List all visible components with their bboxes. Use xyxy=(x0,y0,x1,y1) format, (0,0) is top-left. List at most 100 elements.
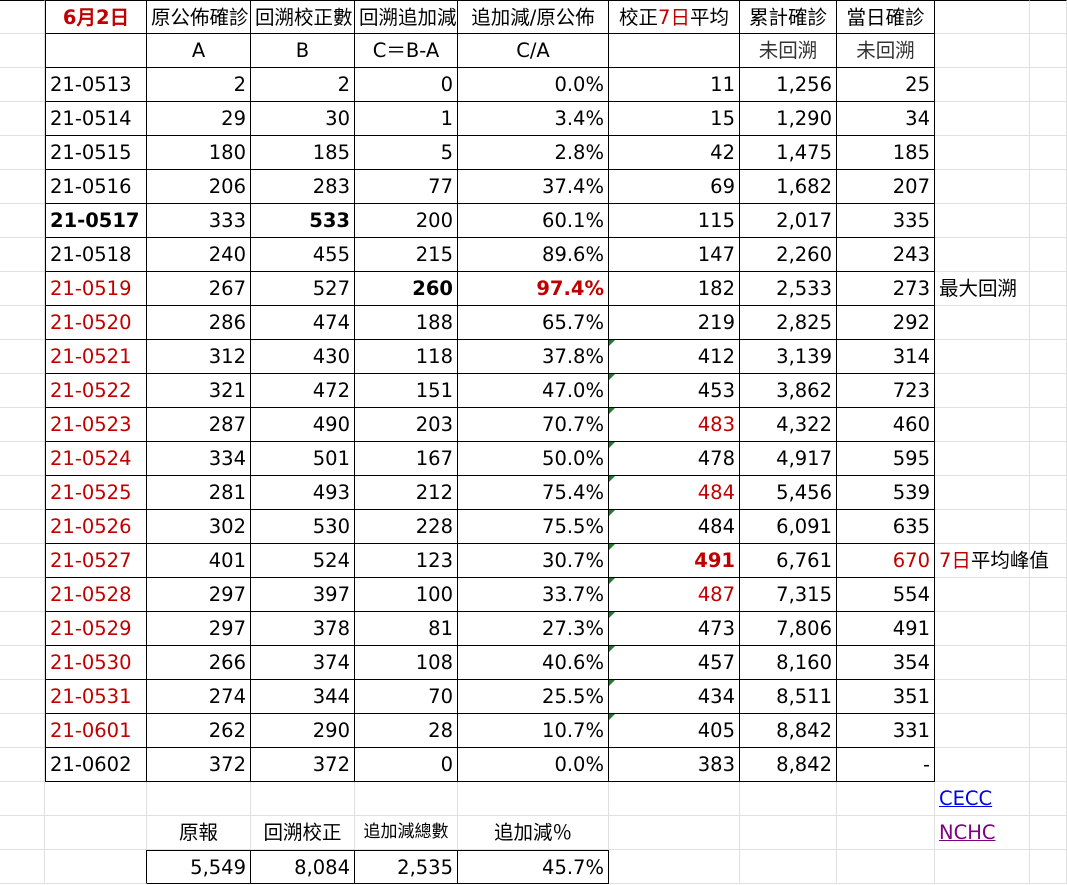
cumulative-cell[interactable]: 2,260 xyxy=(740,238,837,272)
adjustment-cell[interactable]: 200 xyxy=(355,204,458,238)
corrected-cell[interactable]: 530 xyxy=(251,510,355,544)
daily-cell[interactable]: 723 xyxy=(837,374,935,408)
date-cell[interactable]: 21-0513 xyxy=(45,68,147,102)
corrected-cell[interactable]: 397 xyxy=(251,578,355,612)
cell-blank[interactable] xyxy=(0,816,45,850)
header-corrected[interactable]: 回溯校正數 xyxy=(251,0,355,34)
original-cell[interactable]: 302 xyxy=(147,510,251,544)
daily-cell[interactable]: 554 xyxy=(837,578,935,612)
cell-blank[interactable] xyxy=(0,374,45,408)
average-cell[interactable]: 478 xyxy=(609,442,740,476)
average-cell[interactable]: 15 xyxy=(609,102,740,136)
adjustment-cell[interactable]: 0 xyxy=(355,748,458,782)
original-cell[interactable]: 372 xyxy=(147,748,251,782)
note-cell[interactable] xyxy=(935,476,1030,510)
ratio-cell[interactable]: 70.7% xyxy=(458,408,609,442)
note-cell[interactable] xyxy=(935,612,1030,646)
ratio-cell[interactable]: 75.5% xyxy=(458,510,609,544)
adjustment-cell[interactable]: 188 xyxy=(355,306,458,340)
date-cell[interactable]: 21-0601 xyxy=(45,714,147,748)
adjustment-cell[interactable]: 100 xyxy=(355,578,458,612)
cumulative-cell[interactable]: 2,825 xyxy=(740,306,837,340)
note-cell[interactable] xyxy=(935,68,1030,102)
cell-blank[interactable] xyxy=(1030,782,1067,816)
cell-blank[interactable] xyxy=(45,816,147,850)
summary-corrected[interactable]: 8,084 xyxy=(251,850,355,884)
ratio-cell[interactable]: 37.4% xyxy=(458,170,609,204)
note-cell[interactable] xyxy=(935,578,1030,612)
cell-blank[interactable] xyxy=(935,0,1030,34)
cell-blank[interactable] xyxy=(1030,102,1067,136)
date-cell[interactable]: 21-0521 xyxy=(45,340,147,374)
cell-blank[interactable] xyxy=(609,816,740,850)
date-cell[interactable]: 21-0517 xyxy=(45,204,147,238)
corrected-cell[interactable]: 30 xyxy=(251,102,355,136)
cumulative-cell[interactable]: 7,806 xyxy=(740,612,837,646)
date-cell[interactable]: 21-0525 xyxy=(45,476,147,510)
note-cell[interactable] xyxy=(935,408,1030,442)
adjustment-cell[interactable]: 70 xyxy=(355,680,458,714)
header-cumulative[interactable]: 累計確診 xyxy=(740,0,837,34)
note-cell[interactable]: 7日平均峰值 xyxy=(935,544,1049,578)
daily-cell[interactable]: 34 xyxy=(837,102,935,136)
note-cell[interactable] xyxy=(935,102,1030,136)
daily-cell[interactable]: 273 xyxy=(837,272,935,306)
summary-label-corrected[interactable]: 回溯校正 xyxy=(251,816,355,850)
original-cell[interactable]: 2 xyxy=(147,68,251,102)
average-cell[interactable]: 11 xyxy=(609,68,740,102)
cell-blank[interactable] xyxy=(935,850,1030,884)
cell-blank[interactable] xyxy=(0,340,45,374)
ratio-cell[interactable]: 89.6% xyxy=(458,238,609,272)
date-cell[interactable]: 21-0519 xyxy=(45,272,147,306)
original-cell[interactable]: 266 xyxy=(147,646,251,680)
cell-blank[interactable] xyxy=(609,850,740,884)
daily-cell[interactable]: 539 xyxy=(837,476,935,510)
cell-blank[interactable] xyxy=(0,442,45,476)
cell-blank[interactable] xyxy=(837,782,935,816)
ratio-cell[interactable]: 33.7% xyxy=(458,578,609,612)
average-cell[interactable]: 42 xyxy=(609,136,740,170)
cumulative-cell[interactable]: 8,511 xyxy=(740,680,837,714)
adjustment-cell[interactable]: 203 xyxy=(355,408,458,442)
header-original[interactable]: 原公佈確診 xyxy=(147,0,251,34)
daily-cell[interactable]: 25 xyxy=(837,68,935,102)
cell-blank[interactable] xyxy=(0,34,45,68)
ratio-cell[interactable]: 47.0% xyxy=(458,374,609,408)
cell-blank[interactable] xyxy=(609,782,740,816)
header-7day-average[interactable]: 校正7日平均 xyxy=(609,0,740,34)
corrected-cell[interactable]: 533 xyxy=(251,204,355,238)
cell-blank[interactable] xyxy=(1030,0,1067,34)
original-cell[interactable]: 401 xyxy=(147,544,251,578)
date-cell[interactable]: 21-0522 xyxy=(45,374,147,408)
original-cell[interactable]: 334 xyxy=(147,442,251,476)
cell-blank[interactable] xyxy=(609,34,740,68)
date-cell[interactable]: 21-0602 xyxy=(45,748,147,782)
summary-original[interactable]: 5,549 xyxy=(147,850,251,884)
cell-blank[interactable] xyxy=(147,782,251,816)
ratio-cell[interactable]: 37.8% xyxy=(458,340,609,374)
note-cell[interactable]: 最大回溯 xyxy=(935,272,1030,306)
daily-cell[interactable]: 460 xyxy=(837,408,935,442)
note-cell[interactable] xyxy=(935,170,1030,204)
ratio-cell[interactable]: 2.8% xyxy=(458,136,609,170)
cell-blank[interactable] xyxy=(0,0,45,34)
cell-blank[interactable] xyxy=(45,34,147,68)
date-cell[interactable]: 21-0524 xyxy=(45,442,147,476)
corrected-cell[interactable]: 290 xyxy=(251,714,355,748)
date-cell[interactable]: 21-0528 xyxy=(45,578,147,612)
corrected-cell[interactable]: 501 xyxy=(251,442,355,476)
cumulative-cell[interactable]: 1,475 xyxy=(740,136,837,170)
ratio-cell[interactable]: 10.7% xyxy=(458,714,609,748)
cumulative-cell[interactable]: 1,256 xyxy=(740,68,837,102)
cell-blank[interactable] xyxy=(0,578,45,612)
cell-blank[interactable] xyxy=(0,204,45,238)
adjustment-cell[interactable]: 0 xyxy=(355,68,458,102)
subheader-b[interactable]: B xyxy=(251,34,355,68)
average-cell[interactable]: 434 xyxy=(609,680,740,714)
note-cell[interactable] xyxy=(935,748,1030,782)
cumulative-cell[interactable]: 4,322 xyxy=(740,408,837,442)
adjustment-cell[interactable]: 1 xyxy=(355,102,458,136)
cell-blank[interactable] xyxy=(1030,374,1067,408)
average-cell[interactable]: 115 xyxy=(609,204,740,238)
cumulative-cell[interactable]: 6,091 xyxy=(740,510,837,544)
